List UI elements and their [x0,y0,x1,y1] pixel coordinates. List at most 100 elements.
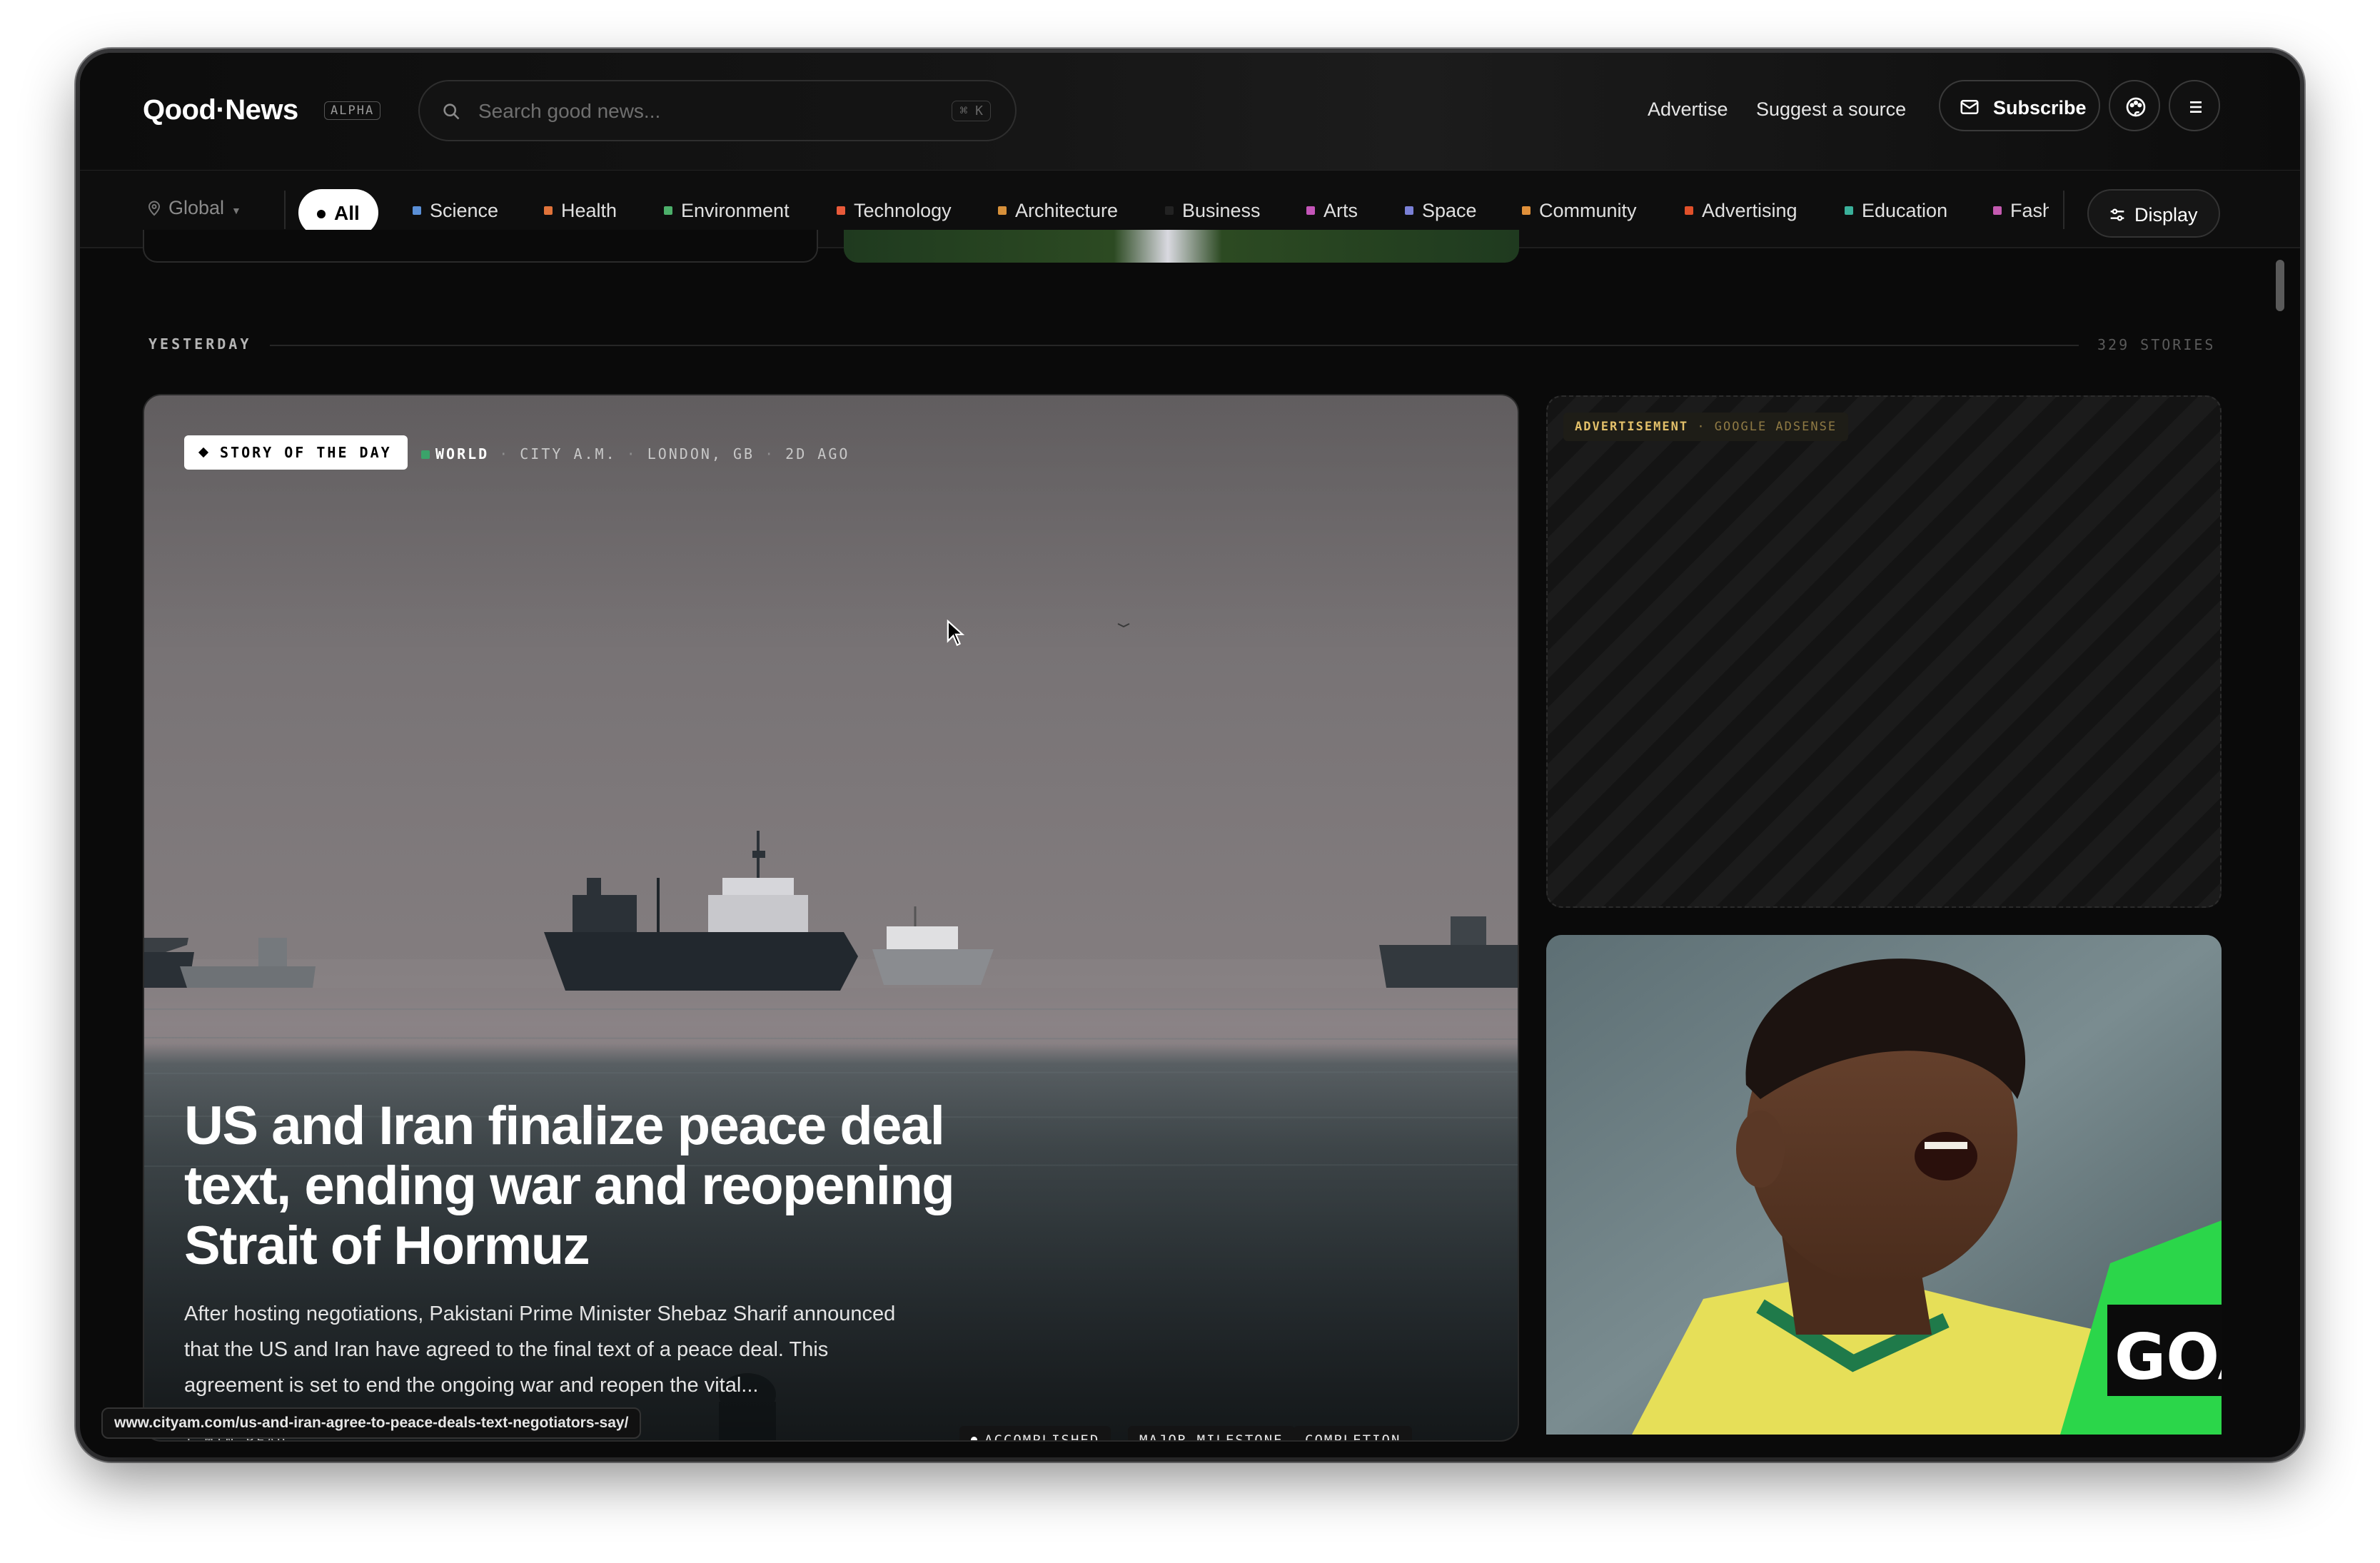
category-label: Health [561,200,617,221]
story-of-the-day-badge: STORY OF THE DAY [184,435,408,470]
search-placeholder: Search good news... [478,100,661,122]
tag-accomplished[interactable]: ACCOMPLISHED [959,1426,1111,1442]
category-color-dot [421,450,430,459]
category-color-dot [1522,206,1531,215]
advertise-link[interactable]: Advertise [1648,98,1728,121]
menu-button[interactable] [2169,80,2220,131]
image-gradient-overlay [144,395,1518,1440]
top-header: Qood·News ALPHA Search good news... ⌘ K … [80,53,2300,170]
theme-toggle-button[interactable] [2109,80,2160,131]
tag-dot-icon [971,1437,977,1440]
sliders-icon [2110,208,2124,221]
tag-label: ACCOMPLISHED [984,1432,1100,1442]
tag-label: MAJOR MILESTONE [1139,1432,1284,1442]
story-of-the-day-card[interactable]: STORY OF THE DAY WORLD · CITY A.M. · LONDON,… [143,394,1519,1442]
search-input[interactable]: Search good news... ⌘ K [418,80,1017,141]
side-story-card[interactable]: GOA [1546,935,2222,1435]
badge-label: STORY OF THE DAY [220,444,392,461]
divider [284,191,286,229]
advertisement-slot[interactable]: ADVERTISEMENT · GOOGLE ADSENSE [1546,395,2222,908]
story-meta: WORLD · CITY A.M. · LONDON, GB · 2D AGO [421,445,849,462]
category-color-dot [1845,206,1853,215]
overlay-text: GOA [2114,1320,2222,1394]
category-science[interactable]: Science [413,200,498,222]
meta-separator: · [499,445,510,462]
story-summary: After hosting negotiations, Pakistani Pr… [184,1302,896,1397]
display-label: Display [2134,204,2198,226]
status-bar-url: www.cityam.com/us-and-iran-agree-to-peac… [101,1407,642,1439]
display-button[interactable]: Display [2087,189,2220,238]
divider [2063,191,2064,229]
category-label: Education [1862,200,1948,221]
active-dot-icon [317,210,326,218]
category-color-dot [413,206,421,215]
category-color-dot [837,206,845,215]
category-label: Fash [2010,200,2049,221]
category-label: Science [430,200,499,221]
category-color-dot [1993,206,2002,215]
category-color-dot [1165,206,1174,215]
ad-label: ADVERTISEMENT · GOOGLE ADSENSE [1563,413,1849,441]
category-education[interactable]: Education [1845,200,1947,222]
category-space[interactable]: Space [1405,200,1477,222]
category-color-dot [1306,206,1315,215]
hamburger-icon [2190,101,2202,113]
category-label: Technology [854,200,952,221]
category-color-dot [664,206,672,215]
story-age: 2D AGO [785,445,850,462]
category-label: Environment [681,200,790,221]
alpha-badge: ALPHA [324,101,381,120]
meta-separator: · [765,445,776,462]
category-advertising[interactable]: Advertising [1685,200,1797,222]
previous-card-image[interactable] [844,230,1519,263]
search-icon [443,103,460,120]
category-color-dot [1685,206,1693,215]
tag-completion[interactable]: COMPLETION [1294,1426,1413,1442]
region-selector[interactable]: Global ▼ [146,197,241,219]
category-label: Advertising [1702,200,1797,221]
football-player-image: GOA [1546,935,2222,1435]
diamond-icon [198,447,209,458]
subscribe-button[interactable]: Subscribe [1939,80,2100,131]
category-technology[interactable]: Technology [837,200,952,222]
section-divider [270,345,2079,346]
suggest-source-link[interactable]: Suggest a source [1756,98,1906,121]
site-logo[interactable]: Qood·News [143,94,298,126]
section-title: YESTERDAY [148,335,252,353]
category-arts[interactable]: Arts [1306,200,1358,222]
story-location: LONDON, GB [647,445,755,462]
category-all-label: All [334,202,360,224]
subscribe-label: Subscribe [1993,97,2087,118]
ad-label-text: ADVERTISEMENT [1575,420,1689,434]
category-label: Architecture [1015,200,1119,221]
category-community[interactable]: Community [1522,200,1637,222]
palette-icon [2126,97,2146,117]
search-shortcut: ⌘ K [952,101,991,121]
category-environment[interactable]: Environment [664,200,790,222]
category-business[interactable]: Business [1165,200,1261,222]
vertical-scrollbar[interactable] [2276,260,2284,311]
category-health[interactable]: Health [544,200,617,222]
browser-window: Qood·News ALPHA Search good news... ⌘ K … [80,53,2300,1457]
previous-card[interactable] [143,230,818,263]
tag-label: COMPLETION [1305,1432,1401,1442]
meta-separator: · [626,445,637,462]
region-label: Global [168,197,225,218]
category-color-dot [1405,206,1413,215]
mouse-cursor-icon [947,619,965,647]
tag-major-milestone[interactable]: MAJOR MILESTONE [1128,1426,1295,1442]
category-label: Community [1539,200,1637,221]
location-pin-icon [148,201,161,216]
category-label: Business [1182,200,1261,221]
category-color-dot [998,206,1007,215]
category-color-dot [544,206,553,215]
story-headline[interactable]: US and Iran finalize peace deal text, en… [184,1096,969,1276]
category-fashion[interactable]: Fash [1993,200,2049,222]
chevron-down-icon: ▼ [231,205,241,216]
mail-icon [1960,100,1979,114]
category-label: Space [1422,200,1477,221]
story-source[interactable]: CITY A.M. [520,445,616,462]
category-architecture[interactable]: Architecture [998,200,1118,222]
ad-provider: · GOOGLE ADSENSE [1697,420,1837,434]
story-category[interactable]: WORLD [435,445,489,462]
